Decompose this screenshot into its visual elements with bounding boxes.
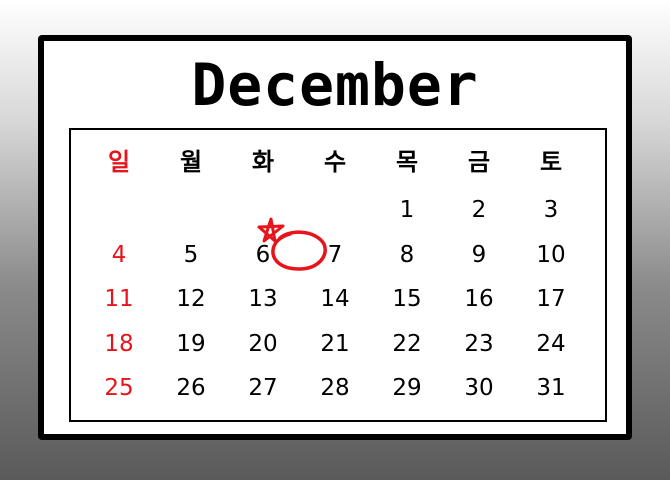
day-cell: 18 [104,331,134,357]
weekday-thursday: 목 [395,148,419,176]
day-cell: 16 [464,286,494,312]
day-cell [305,192,365,228]
day-cell [161,192,221,228]
weekday-friday: 금 [467,148,491,176]
day-cell [89,192,149,228]
weekday-wednesday: 수 [323,148,347,176]
day-cell: 11 [104,286,134,312]
day-cell: 26 [176,375,206,401]
day-cell: 31 [536,375,566,401]
day-cell: 1 [399,197,415,223]
weekday-saturday: 토 [539,148,563,176]
day-cell: 7 [327,242,343,268]
day-cell-highlighted: 14 [320,286,350,312]
day-cell: 5 [183,242,199,268]
day-cell: 15 [392,286,422,312]
day-cell: 21 [320,331,350,357]
day-cell: 12 [176,286,206,312]
day-cell: 2 [471,197,487,223]
day-cell: 10 [536,242,566,268]
day-cell: 19 [176,331,206,357]
day-cell: 29 [392,375,422,401]
weekday-sunday: 일 [107,148,131,176]
day-cell: 13 [248,286,278,312]
day-cell: 6 [255,242,271,268]
day-cell: 23 [464,331,494,357]
weekday-monday: 월 [179,148,203,176]
day-cell: 9 [471,242,487,268]
day-cell: 20 [248,331,278,357]
day-cell: 24 [536,331,566,357]
day-cell: 28 [320,375,350,401]
day-cell: 22 [392,331,422,357]
day-cell: 27 [248,375,278,401]
calendar-card: December 일 월 화 수 목 금 토 1 2 3 4 5 6 7 8 9… [38,35,632,440]
day-cell: 8 [399,242,415,268]
weekday-tuesday: 화 [251,148,275,176]
day-cell: 30 [464,375,494,401]
day-cell [233,192,293,228]
calendar-grid: 일 월 화 수 목 금 토 1 2 3 4 5 6 7 8 9 10 11 12… [69,128,607,422]
day-cell: 3 [543,197,559,223]
day-cell: 17 [536,286,566,312]
day-cell: 25 [104,375,134,401]
month-title: December [191,51,479,119]
day-cell: 4 [111,242,127,268]
